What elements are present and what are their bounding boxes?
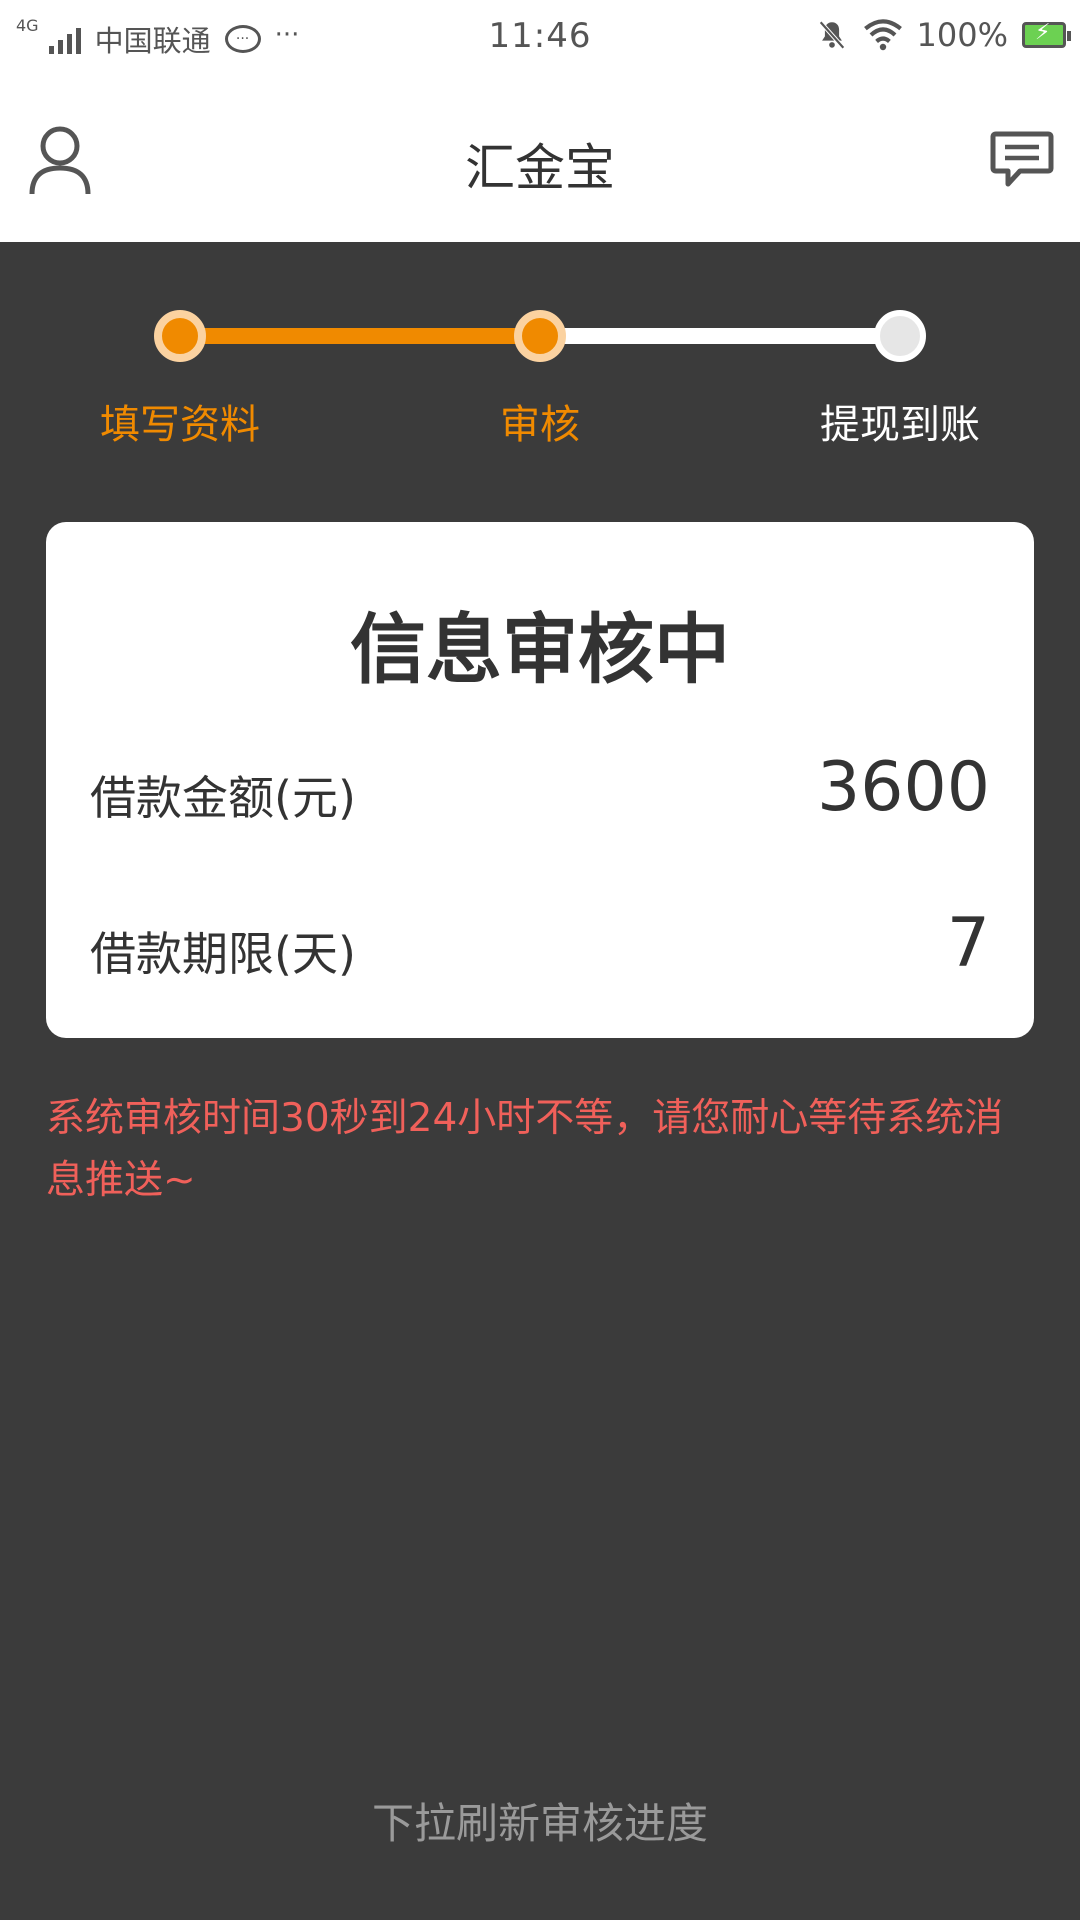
battery-percent: 100% bbox=[916, 16, 1008, 54]
card-title: 信息审核中 bbox=[350, 605, 730, 694]
review-notice-text: 系统审核时间30秒到24小时不等，请您耐心等待系统消息推送~ bbox=[46, 1096, 1004, 1203]
pull-to-refresh-hint: 下拉刷新审核进度 bbox=[371, 1799, 708, 1848]
message-icon[interactable] bbox=[990, 130, 1054, 190]
status-right: 100% ⚡ bbox=[815, 16, 1071, 54]
loan-term-value: 7 bbox=[946, 904, 990, 983]
wifi-icon bbox=[863, 19, 902, 51]
step-dot-review bbox=[514, 310, 566, 362]
progress-steps: 填写资料 审核 提现到账 bbox=[0, 242, 1080, 492]
step-dot-withdraw bbox=[874, 310, 926, 362]
step-connector-done bbox=[180, 328, 540, 344]
app-bar: 汇金宝 bbox=[0, 78, 1080, 242]
loan-amount-label: 借款金额(元) bbox=[90, 771, 356, 825]
battery-charging-icon: ⚡ bbox=[1022, 20, 1071, 48]
step-connector-pending bbox=[540, 328, 900, 344]
review-status-card: 信息审核中 借款金额(元) 3600 借款期限(天) 7 bbox=[46, 522, 1034, 1038]
step-dot-fill-info bbox=[154, 310, 206, 362]
step-label-review: 审核 bbox=[500, 402, 580, 448]
status-bar: 4G 中国联通 ··· ··· 11:46 100% ⚡ bbox=[0, 0, 1080, 78]
loan-term-label: 借款期限(天) bbox=[90, 927, 356, 981]
step-label-withdraw: 提现到账 bbox=[820, 402, 980, 448]
page-title: 汇金宝 bbox=[465, 139, 615, 197]
step-label-fill-info: 填写资料 bbox=[100, 402, 260, 448]
bell-muted-icon bbox=[818, 20, 845, 50]
loan-amount-value: 3600 bbox=[816, 748, 990, 827]
